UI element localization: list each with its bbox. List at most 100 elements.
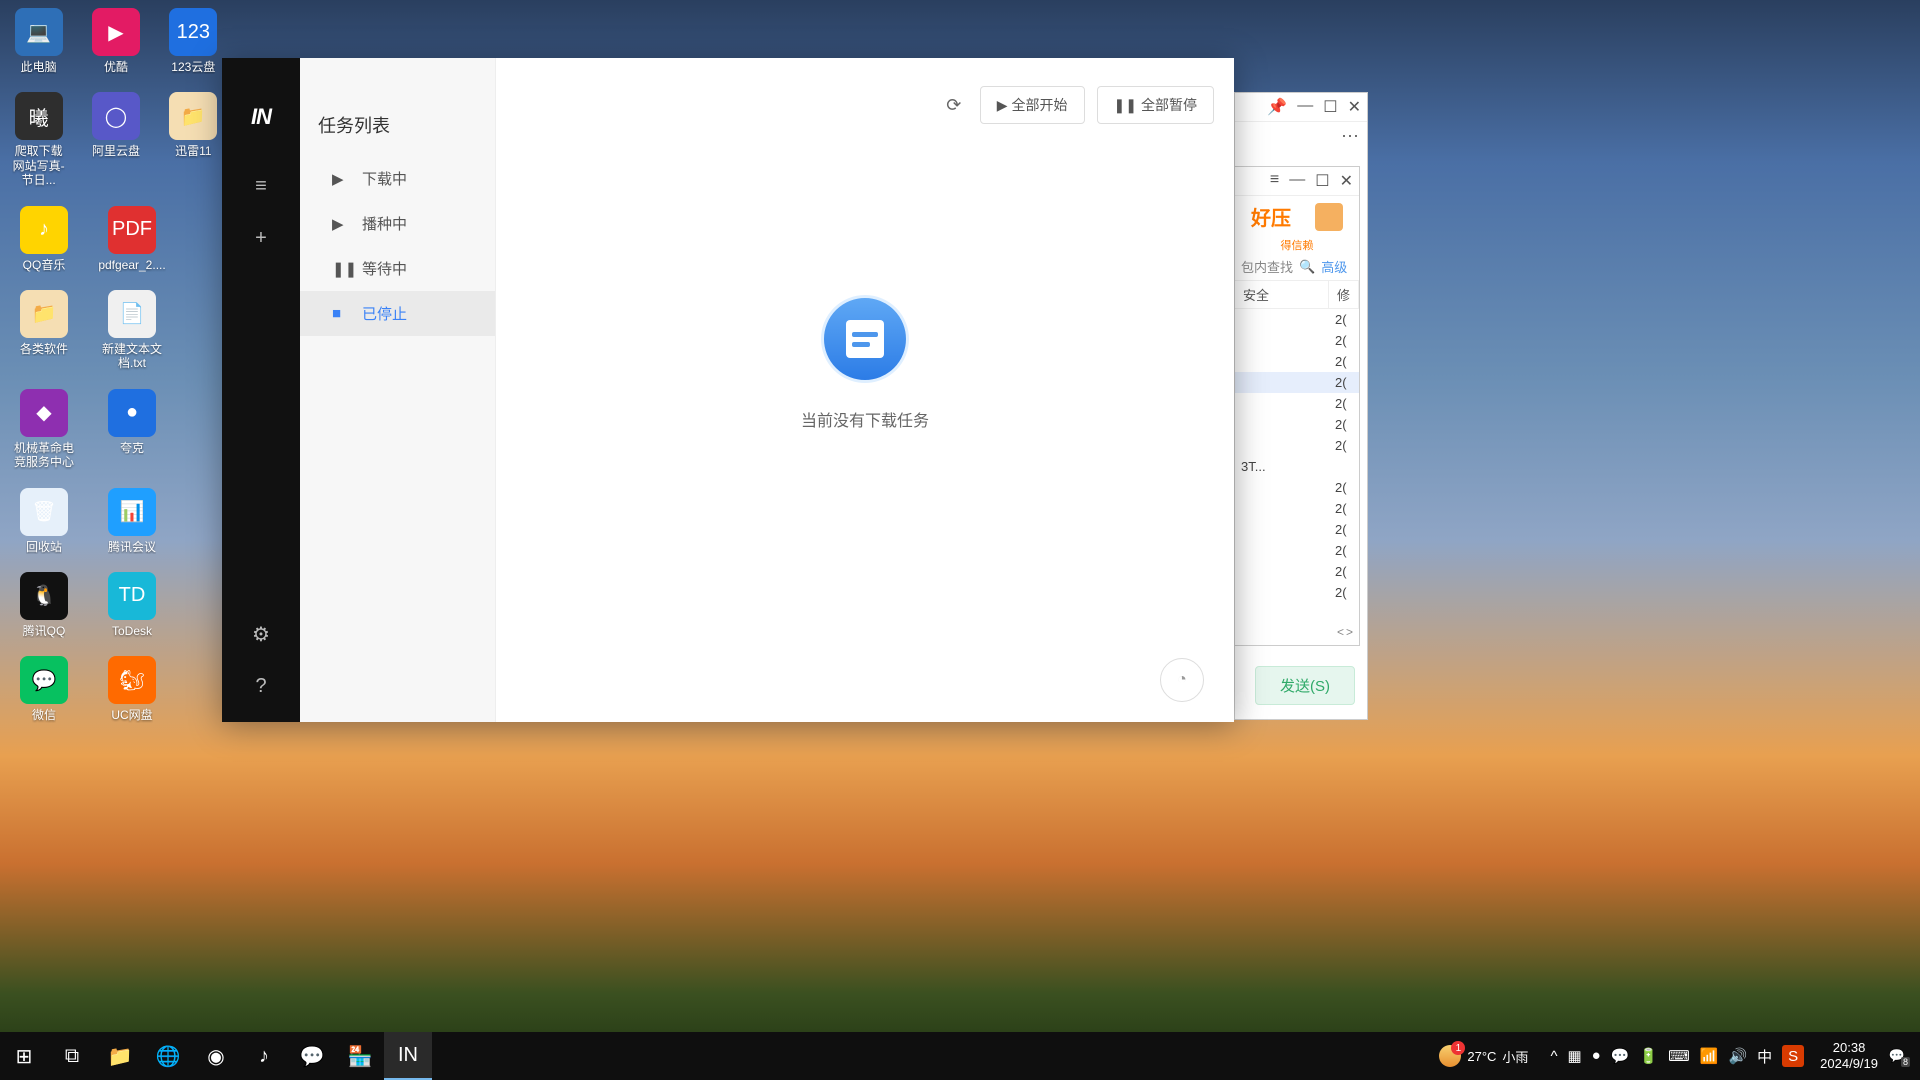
start-all-button[interactable]: ▶ 全部开始: [980, 86, 1085, 124]
desktop: 💻此电脑 ▶优酷 123123云盘曦爬取下载网站写真-节日... ◯阿里云盘 📁迅雷11…: [0, 0, 220, 741]
clock-time: 20:38: [1820, 1040, 1878, 1056]
pause-all-button[interactable]: ❚❚ 全部暂停: [1097, 86, 1214, 124]
taskbar-browser[interactable]: 🌐: [144, 1032, 192, 1080]
taskbar: ⊞⧉📁🌐◉♪💬🏪IN 1 27°C 小雨 ^ ▦●💬🔋⌨📶🔊 中 S 20:38…: [0, 1032, 1920, 1080]
task-list-title: 任务列表: [300, 106, 495, 156]
tray-icon[interactable]: 🔊: [1728, 1047, 1747, 1065]
clock[interactable]: 20:38 2024/9/19: [1820, 1040, 1878, 1071]
archive-rows: 2(2(2(2(2(2(2(3T...2(2(2(2(2(2(: [1235, 309, 1359, 603]
desktop-icon[interactable]: ●夸克: [100, 389, 164, 470]
menu-icon[interactable]: ≡: [1270, 171, 1279, 191]
category-downloading[interactable]: ▶下载中: [300, 156, 495, 201]
taskbar-taskview[interactable]: ⧉: [48, 1032, 96, 1080]
taskbar-explorer[interactable]: 📁: [96, 1032, 144, 1080]
maximize-button[interactable]: ☐: [1323, 97, 1337, 117]
scroll-right[interactable]: >: [1346, 625, 1353, 639]
weather-temp: 27°C: [1467, 1049, 1496, 1064]
taskbar-edge[interactable]: ◉: [192, 1032, 240, 1080]
refresh-button[interactable]: ⟳: [940, 91, 968, 119]
archive-row[interactable]: 2(: [1235, 519, 1359, 540]
help-icon[interactable]: ?: [243, 668, 279, 704]
close-button[interactable]: ✕: [1340, 171, 1353, 191]
archive-row[interactable]: 2(: [1235, 309, 1359, 330]
archive-row[interactable]: 2(: [1235, 435, 1359, 456]
desktop-icon[interactable]: 曦爬取下载网站写真-节日...: [12, 92, 65, 187]
pause-icon: ❚❚: [1114, 97, 1137, 114]
desktop-icon[interactable]: 📄新建文本文档.txt: [100, 290, 164, 371]
taskbar-wechat[interactable]: 💬: [288, 1032, 336, 1080]
archive-row[interactable]: 2(: [1235, 582, 1359, 603]
tray-icon[interactable]: ▦: [1567, 1047, 1581, 1065]
settings-icon[interactable]: ⚙: [243, 616, 279, 652]
taskbar-start[interactable]: ⊞: [0, 1032, 48, 1080]
desktop-icon[interactable]: 🐿UC网盘: [100, 656, 164, 722]
download-manager-window: — ⤢ ✕ IN ≡ + ⚙ ? 任务列表 ▶下载中▶播种中❚❚等待中■已停止 …: [222, 58, 1234, 722]
archive-row[interactable]: 2(: [1235, 540, 1359, 561]
app-icon: 📊: [108, 488, 156, 536]
add-task-icon[interactable]: +: [243, 220, 279, 256]
desktop-icon[interactable]: 📁迅雷11: [167, 92, 220, 187]
app-icon: TD: [108, 572, 156, 620]
col-security[interactable]: 安全: [1235, 281, 1329, 308]
speed-gauge-button[interactable]: ◔: [1160, 658, 1204, 702]
minimize-button[interactable]: —: [1297, 97, 1313, 117]
desktop-icon[interactable]: 123123云盘: [167, 8, 220, 74]
notifications-button[interactable]: 💬 8: [1884, 1043, 1910, 1069]
desktop-icon[interactable]: ◯阿里云盘: [89, 92, 142, 187]
archive-row[interactable]: 2(: [1235, 414, 1359, 435]
tray-icon[interactable]: ●: [1592, 1047, 1601, 1065]
archive-row[interactable]: 2(: [1235, 351, 1359, 372]
more-icon[interactable]: ⋯: [1341, 126, 1359, 147]
desktop-icon[interactable]: 🗑回收站: [12, 488, 76, 554]
advanced-link[interactable]: 高级: [1321, 257, 1347, 276]
category-stopped[interactable]: ■已停止: [300, 291, 495, 336]
send-button[interactable]: 发送(S): [1255, 666, 1355, 705]
archive-row[interactable]: 2(: [1235, 393, 1359, 414]
archive-row[interactable]: 2(: [1235, 498, 1359, 519]
taskbar-qqmusic[interactable]: ♪: [240, 1032, 288, 1080]
desktop-icon[interactable]: 💻此电脑: [12, 8, 65, 74]
archive-row[interactable]: 2(: [1235, 330, 1359, 351]
desktop-icon[interactable]: ♪QQ音乐: [12, 206, 76, 272]
desktop-icon[interactable]: ▶优酷: [89, 8, 142, 74]
archive-row[interactable]: 2(: [1235, 477, 1359, 498]
tray-icon[interactable]: ⌨: [1668, 1047, 1690, 1065]
notification-badge: 8: [1901, 1057, 1910, 1067]
archive-row[interactable]: 3T...: [1235, 456, 1359, 477]
tray-icon[interactable]: 📶: [1700, 1047, 1719, 1065]
ime-lang[interactable]: 中: [1757, 1046, 1772, 1067]
desktop-icon[interactable]: ◆机械革命电竞服务中心: [12, 389, 76, 470]
category-label: 下载中: [362, 168, 407, 189]
tasklist-icon[interactable]: ≡: [243, 168, 279, 204]
col-mod[interactable]: 修: [1329, 281, 1359, 308]
icon-label: 迅雷11: [175, 144, 211, 158]
category-seeding[interactable]: ▶播种中: [300, 201, 495, 246]
tray-icon[interactable]: 💬: [1611, 1047, 1630, 1065]
desktop-icon[interactable]: TDToDesk: [100, 572, 164, 638]
minimize-button[interactable]: —: [1289, 171, 1305, 191]
desktop-icon[interactable]: 📁各类软件: [12, 290, 76, 371]
pin-icon[interactable]: 📌: [1267, 97, 1287, 117]
tray-icon[interactable]: 🔋: [1639, 1047, 1658, 1065]
desktop-icon[interactable]: PDFpdfgear_2....: [100, 206, 164, 272]
search-icon[interactable]: 🔍: [1299, 259, 1315, 275]
icon-label: 新建文本文档.txt: [100, 342, 164, 371]
desktop-icon[interactable]: 📊腾讯会议: [100, 488, 164, 554]
desktop-icon[interactable]: 🐧腾讯QQ: [12, 572, 76, 638]
weather-widget[interactable]: 1 27°C 小雨: [1439, 1045, 1528, 1067]
archive-row[interactable]: 2(: [1235, 561, 1359, 582]
taskbar-app1[interactable]: 🏪: [336, 1032, 384, 1080]
desktop-icon[interactable]: 💬微信: [12, 656, 76, 722]
taskbar-motrix[interactable]: IN: [384, 1032, 432, 1080]
scroll-left[interactable]: <: [1337, 625, 1344, 639]
close-button[interactable]: ✕: [1348, 97, 1361, 117]
task-category-list: 任务列表 ▶下载中▶播种中❚❚等待中■已停止: [300, 58, 496, 722]
weather-badge: 1: [1451, 1041, 1465, 1055]
category-waiting[interactable]: ❚❚等待中: [300, 246, 495, 291]
tray-chevron-icon[interactable]: ^: [1550, 1048, 1557, 1065]
maximize-button[interactable]: ☐: [1315, 171, 1329, 191]
archive-row[interactable]: 2(: [1235, 372, 1359, 393]
empty-state: 当前没有下载任务: [801, 295, 929, 431]
ime-icon[interactable]: S: [1782, 1045, 1804, 1067]
search-placeholder[interactable]: 包内查找: [1241, 257, 1293, 276]
